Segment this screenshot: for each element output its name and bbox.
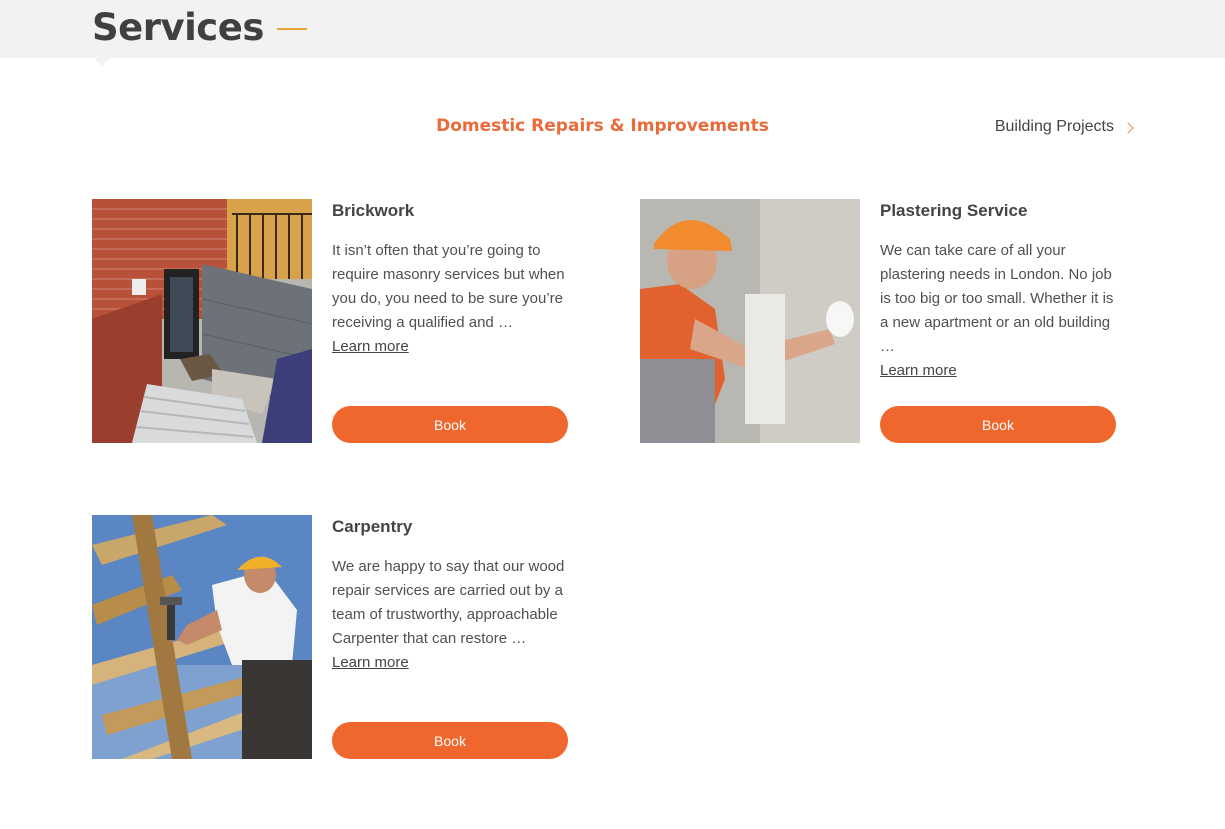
header-notch	[94, 58, 110, 66]
service-card-brickwork: Brickwork It isn’t often that you’re goi…	[92, 199, 572, 443]
book-button[interactable]: Book	[332, 722, 568, 759]
book-button[interactable]: Book	[332, 406, 568, 443]
service-description: We can take care of all your plastering …	[880, 242, 1114, 355]
page-title: Services	[92, 6, 264, 49]
service-card-body: Carpentry We are happy to say that our w…	[332, 515, 568, 759]
next-category-link[interactable]: Building Projects	[994, 118, 1134, 136]
learn-more-link[interactable]: Learn more	[332, 651, 568, 675]
brickwork-image[interactable]	[92, 199, 312, 443]
service-card-plastering: Plastering Service We can take care of a…	[640, 199, 1120, 443]
book-button[interactable]: Book	[880, 406, 1116, 443]
service-title: Plastering Service	[880, 201, 1028, 220]
service-card-body: Brickwork It isn’t often that you’re goi…	[332, 199, 568, 443]
service-card-carpentry: Carpentry We are happy to say that our w…	[92, 515, 572, 759]
service-title: Brickwork	[332, 201, 415, 220]
service-card-body: Plastering Service We can take care of a…	[880, 199, 1116, 443]
chevron-right-icon	[1122, 121, 1134, 134]
service-description: It isn’t often that you’re going to requ…	[332, 242, 565, 331]
next-category-label: Building Projects	[994, 118, 1114, 135]
learn-more-link[interactable]: Learn more	[332, 335, 568, 359]
title-decoration-dash	[277, 28, 307, 30]
plastering-image[interactable]	[640, 199, 860, 443]
service-description: We are happy to say that our wood repair…	[332, 558, 565, 647]
learn-more-link[interactable]: Learn more	[880, 359, 1116, 383]
carpentry-image[interactable]	[92, 515, 312, 759]
service-title: Carpentry	[332, 517, 413, 536]
